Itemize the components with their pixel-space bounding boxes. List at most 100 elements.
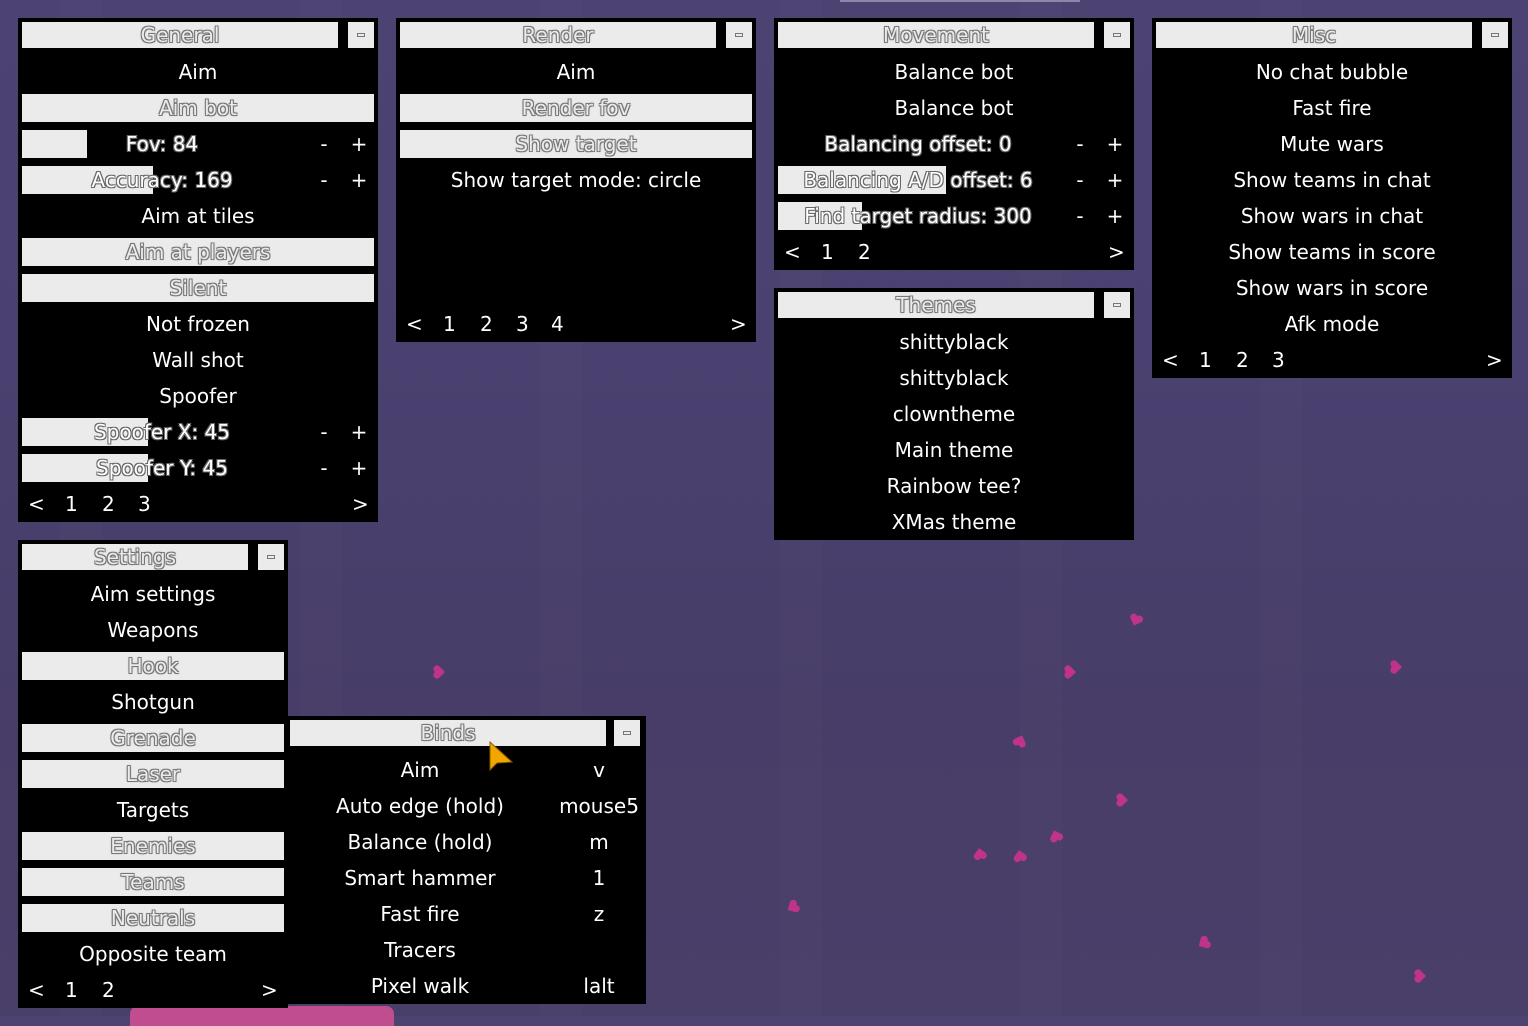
- page-1-button[interactable]: 1: [1199, 342, 1212, 378]
- theme-item[interactable]: Main theme: [774, 432, 1134, 468]
- page-next-button[interactable]: >: [352, 486, 369, 522]
- page-2-button[interactable]: 2: [102, 972, 115, 1008]
- page-2-button[interactable]: 2: [102, 486, 115, 522]
- increase-button[interactable]: +: [347, 166, 371, 194]
- page-prev-button[interactable]: <: [406, 306, 423, 342]
- render-item-show-target-mode[interactable]: Show target mode: circle: [396, 162, 756, 198]
- settings-title[interactable]: Settings: [22, 544, 248, 570]
- bind-key[interactable]: v: [552, 752, 646, 788]
- themes-title[interactable]: Themes: [778, 292, 1094, 318]
- general-item-aim-bot[interactable]: Aim bot: [22, 94, 374, 122]
- increase-button[interactable]: +: [347, 418, 371, 446]
- bind-key[interactable]: mouse5: [552, 788, 646, 824]
- misc-minimize-button[interactable]: [1482, 22, 1508, 48]
- increase-button[interactable]: +: [1103, 202, 1127, 230]
- page-1-button[interactable]: 1: [65, 972, 78, 1008]
- page-prev-button[interactable]: <: [1162, 342, 1179, 378]
- theme-item[interactable]: shittyblack: [774, 324, 1134, 360]
- settings-item-enemies[interactable]: Enemies: [22, 832, 284, 860]
- themes-minimize-button[interactable]: [1104, 292, 1130, 318]
- general-item-aim-at-tiles[interactable]: Aim at tiles: [18, 198, 378, 234]
- movement-title[interactable]: Movement: [778, 22, 1094, 48]
- general-item-aim-at-players[interactable]: Aim at players: [22, 238, 374, 266]
- bind-row[interactable]: Tracers: [288, 932, 646, 968]
- general-item-spoofer[interactable]: Spoofer: [18, 378, 378, 414]
- general-item-not-frozen[interactable]: Not frozen: [18, 306, 378, 342]
- movement-slider-balancing-ad-offset[interactable]: Balancing A/D offset: 6 - +: [778, 166, 1130, 194]
- settings-item-laser[interactable]: Laser: [22, 760, 284, 788]
- misc-item-no-chat-bubble[interactable]: No chat bubble: [1152, 54, 1512, 90]
- misc-item-mute-wars[interactable]: Mute wars: [1152, 126, 1512, 162]
- bind-row[interactable]: Balance (hold) m: [288, 824, 646, 860]
- binds-title[interactable]: Binds: [290, 720, 606, 746]
- general-minimize-button[interactable]: [348, 22, 374, 48]
- settings-item-targets[interactable]: Targets: [18, 792, 288, 828]
- render-item-render-fov[interactable]: Render fov: [400, 94, 752, 122]
- page-next-button[interactable]: >: [1108, 234, 1125, 270]
- theme-item[interactable]: clowntheme: [774, 396, 1134, 432]
- increase-button[interactable]: +: [1103, 130, 1127, 158]
- movement-slider-find-target-radius[interactable]: Find target radius: 300 - +: [778, 202, 1130, 230]
- bind-row[interactable]: Auto edge (hold) mouse5: [288, 788, 646, 824]
- page-3-button[interactable]: 3: [1272, 342, 1285, 378]
- movement-item-balance-bot[interactable]: Balance bot: [774, 54, 1134, 90]
- page-3-button[interactable]: 3: [516, 306, 529, 342]
- page-1-button[interactable]: 1: [821, 234, 834, 270]
- settings-minimize-button[interactable]: [258, 544, 284, 570]
- page-1-button[interactable]: 1: [443, 306, 456, 342]
- general-slider-spoofer-y[interactable]: Spoofer Y: 45 - +: [22, 454, 374, 482]
- settings-item-teams[interactable]: Teams: [22, 868, 284, 896]
- theme-item[interactable]: XMas theme: [774, 504, 1134, 540]
- misc-item-show-wars-in-score[interactable]: Show wars in score: [1152, 270, 1512, 306]
- decrease-button[interactable]: -: [312, 130, 336, 158]
- bind-key[interactable]: 1: [552, 860, 646, 896]
- misc-item-afk-mode[interactable]: Afk mode: [1152, 306, 1512, 342]
- settings-item-hook[interactable]: Hook: [22, 652, 284, 680]
- settings-item-weapons[interactable]: Weapons: [18, 612, 288, 648]
- settings-item-opposite-team[interactable]: Opposite team: [18, 936, 288, 972]
- misc-item-fast-fire[interactable]: Fast fire: [1152, 90, 1512, 126]
- page-4-button[interactable]: 4: [551, 306, 564, 342]
- page-next-button[interactable]: >: [1486, 342, 1503, 378]
- misc-item-show-teams-in-chat[interactable]: Show teams in chat: [1152, 162, 1512, 198]
- page-prev-button[interactable]: <: [28, 486, 45, 522]
- movement-slider-balancing-offset[interactable]: Balancing offset: 0 - +: [778, 130, 1130, 158]
- general-item-wall-shot[interactable]: Wall shot: [18, 342, 378, 378]
- decrease-button[interactable]: -: [1068, 166, 1092, 194]
- decrease-button[interactable]: -: [312, 418, 336, 446]
- increase-button[interactable]: +: [1103, 166, 1127, 194]
- movement-item-balance-bot-2[interactable]: Balance bot: [774, 90, 1134, 126]
- render-minimize-button[interactable]: [726, 22, 752, 48]
- decrease-button[interactable]: -: [312, 454, 336, 482]
- decrease-button[interactable]: -: [312, 166, 336, 194]
- general-slider-fov[interactable]: Fov: 84 - +: [22, 130, 374, 158]
- page-2-button[interactable]: 2: [1236, 342, 1249, 378]
- settings-item-grenade[interactable]: Grenade: [22, 724, 284, 752]
- page-2-button[interactable]: 2: [480, 306, 493, 342]
- general-title[interactable]: General: [22, 22, 338, 48]
- theme-item[interactable]: shittyblack: [774, 360, 1134, 396]
- binds-minimize-button[interactable]: [614, 720, 640, 746]
- page-prev-button[interactable]: <: [28, 972, 45, 1008]
- bind-row[interactable]: Fast fire z: [288, 896, 646, 932]
- page-next-button[interactable]: >: [261, 972, 278, 1008]
- render-item-show-target[interactable]: Show target: [400, 130, 752, 158]
- general-slider-accuracy[interactable]: Accuracy: 169 - +: [22, 166, 374, 194]
- page-next-button[interactable]: >: [730, 306, 747, 342]
- general-slider-spoofer-x[interactable]: Spoofer X: 45 - +: [22, 418, 374, 446]
- page-1-button[interactable]: 1: [65, 486, 78, 522]
- misc-item-show-teams-in-score[interactable]: Show teams in score: [1152, 234, 1512, 270]
- bind-key[interactable]: lalt: [552, 968, 646, 1004]
- page-3-button[interactable]: 3: [138, 486, 151, 522]
- general-item-aim[interactable]: Aim: [18, 54, 378, 90]
- page-2-button[interactable]: 2: [858, 234, 871, 270]
- decrease-button[interactable]: -: [1068, 202, 1092, 230]
- bind-row[interactable]: Pixel walk lalt: [288, 968, 646, 1004]
- settings-item-neutrals[interactable]: Neutrals: [22, 904, 284, 932]
- movement-minimize-button[interactable]: [1104, 22, 1130, 48]
- settings-item-shotgun[interactable]: Shotgun: [18, 684, 288, 720]
- render-item-aim[interactable]: Aim: [396, 54, 756, 90]
- bind-key[interactable]: m: [552, 824, 646, 860]
- settings-item-aim-settings[interactable]: Aim settings: [18, 576, 288, 612]
- bind-row[interactable]: Smart hammer 1: [288, 860, 646, 896]
